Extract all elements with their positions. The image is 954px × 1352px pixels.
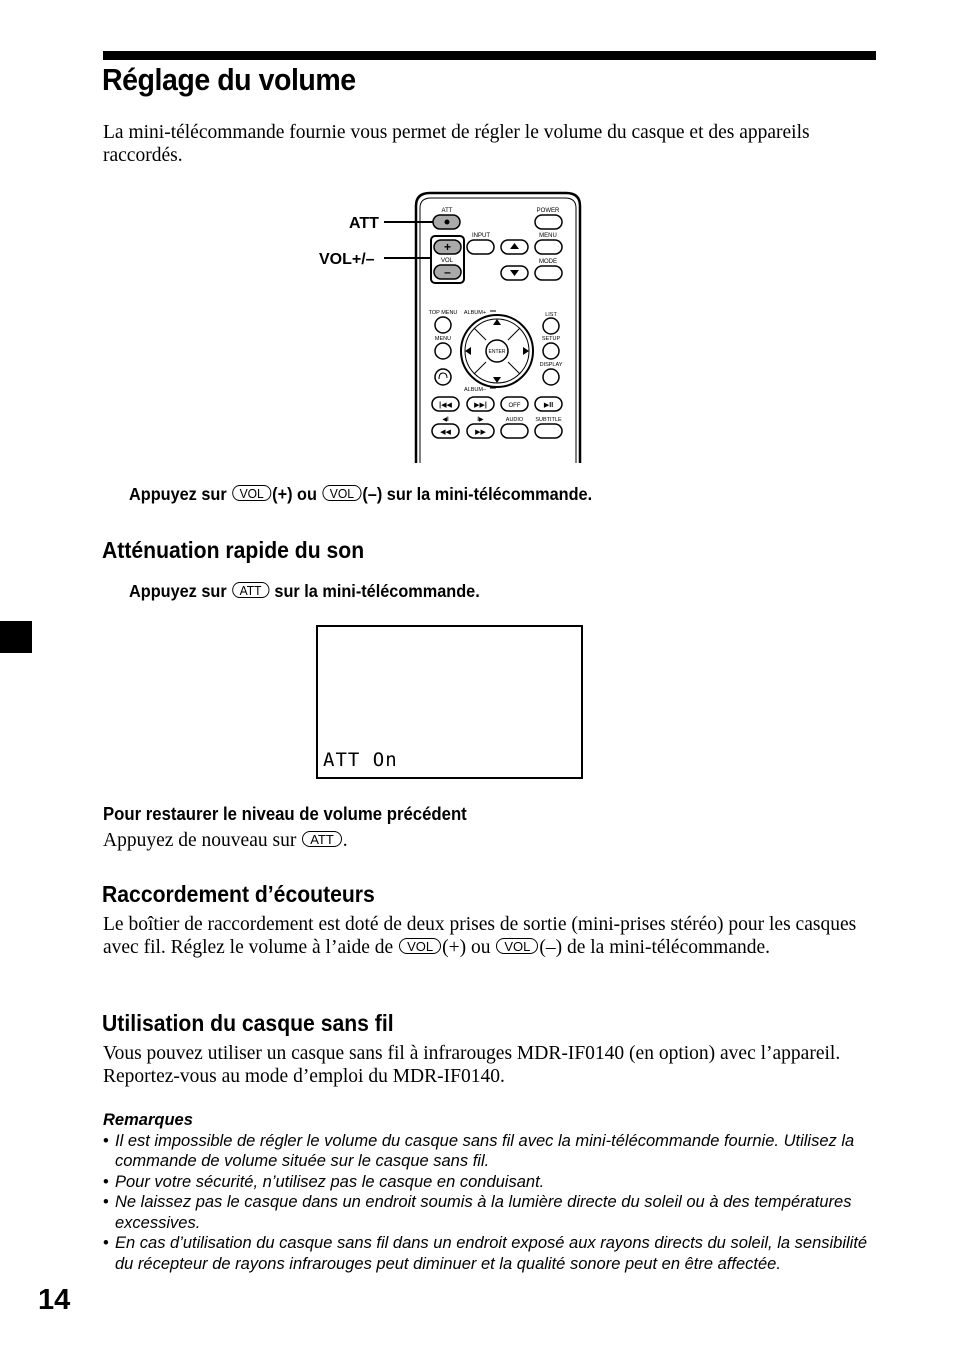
page-title: Réglage du volume xyxy=(102,62,356,97)
att-key-badge: ATT xyxy=(232,582,269,598)
att-key-badge: ATT xyxy=(302,831,342,847)
headphones-paragraph: Le boîtier de raccordement est doté de d… xyxy=(103,913,883,959)
paragraph-text: (–) de la mini-télécommande. xyxy=(539,937,771,958)
play-pause-icon: ▶II xyxy=(544,402,553,409)
slow-back-icon: ◀I xyxy=(442,417,449,423)
enter-key-label: ENTER xyxy=(489,349,506,355)
callout-att-label: ATT xyxy=(349,215,379,232)
skip-back-icon: |◀◀ xyxy=(439,402,452,409)
off-key-label: OFF xyxy=(509,403,521,409)
album-minus-key-label: ALBUM– xyxy=(464,387,487,393)
display-button[interactable] xyxy=(542,368,560,386)
list-key-label: LIST xyxy=(545,312,557,318)
menu-top-button[interactable] xyxy=(534,239,563,255)
power-key-label: POWER xyxy=(537,208,560,214)
notes-section: Remarques Il est impossible de régler le… xyxy=(103,1110,878,1274)
vol-key-badge: VOL xyxy=(399,938,442,954)
slow-forward-icon: I▶ xyxy=(477,417,484,423)
instruction-text: Appuyez sur xyxy=(129,581,227,601)
display-key-label: DISPLAY xyxy=(540,362,563,368)
fast-forward-icon: ▶▶ xyxy=(475,429,486,436)
volume-instruction: Appuyez sur VOL (+) ou VOL (–) sur la mini… xyxy=(129,484,592,505)
att-callout-dot xyxy=(444,219,450,225)
instruction-text: Appuyez sur xyxy=(129,484,227,504)
section-tab-marker xyxy=(0,621,32,653)
vol-key-badge: VOL xyxy=(322,485,362,501)
subtitle-button[interactable] xyxy=(534,423,563,439)
menu-key-label: MENU xyxy=(435,336,451,342)
paragraph-text: (+) ou xyxy=(442,937,491,958)
skip-forward-icon: ▶▶| xyxy=(474,402,487,409)
top-menu-key-label: TOP MENU xyxy=(429,310,458,316)
subtitle-key-label: SUBTITLE xyxy=(535,417,562,423)
page-number: 14 xyxy=(38,1284,71,1316)
note-item: Ne laissez pas le casque dans un endroit… xyxy=(103,1192,878,1233)
note-item: Il est impossible de régler le volume du… xyxy=(103,1131,878,1172)
top-menu-button[interactable] xyxy=(434,316,452,334)
attenuation-heading: Atténuation rapide du son xyxy=(102,537,365,563)
attenuation-instruction: Appuyez sur ATT sur la mini-télécommande… xyxy=(129,581,480,602)
remote-control-illustration: ATT VOL+/– ATT POWER + VOL – INPUT MENU … xyxy=(319,191,582,463)
instruction-text: (–) sur la mini-télécommande. xyxy=(362,484,593,504)
vol-key-badge: VOL xyxy=(232,485,272,501)
note-item: Pour votre sécurité, n’utilisez pas le c… xyxy=(103,1172,878,1193)
audio-button[interactable] xyxy=(500,423,529,439)
instruction-text: sur la mini-télécommande. xyxy=(274,581,480,601)
menu-button[interactable] xyxy=(434,342,452,360)
wireless-paragraph: Vous pouvez utiliser un casque sans fil … xyxy=(103,1043,841,1087)
intro-paragraph: La mini-télécommande fournie vous permet… xyxy=(103,122,810,166)
display-text: ATT On xyxy=(323,749,398,771)
vol-key-badge: VOL xyxy=(496,938,539,954)
vol-key-label: VOL xyxy=(441,258,454,264)
note-item: En cas d’utilisation du casque sans fil … xyxy=(103,1233,878,1274)
att-key-label: ATT xyxy=(442,208,453,214)
list-button[interactable] xyxy=(542,317,560,335)
return-button[interactable] xyxy=(434,368,452,386)
display-screen: ATT On xyxy=(316,625,583,779)
mode-key-label: MODE xyxy=(539,259,557,265)
input-key-label: INPUT xyxy=(472,233,490,239)
power-button[interactable] xyxy=(534,214,563,230)
input-button[interactable] xyxy=(466,239,495,255)
headphones-heading: Raccordement d’écouteurs xyxy=(102,881,375,907)
notes-title: Remarques xyxy=(103,1111,193,1129)
album-plus-key-label: ALBUM+ xyxy=(464,310,486,316)
restore-text: Appuyez de nouveau sur ATT. xyxy=(103,829,348,852)
instruction-text: (+) ou xyxy=(272,484,317,504)
setup-key-label: SETUP xyxy=(542,336,561,342)
rewind-icon: ◀◀ xyxy=(440,429,451,436)
restore-text-prefix: Appuyez de nouveau sur xyxy=(103,830,297,851)
header-rule xyxy=(103,51,876,60)
audio-key-label: AUDIO xyxy=(506,417,524,423)
setup-button[interactable] xyxy=(542,342,560,360)
minus-icon: – xyxy=(444,265,451,279)
mode-button[interactable] xyxy=(534,265,563,281)
callout-vol-label: VOL+/– xyxy=(319,251,375,268)
menu-top-key-label: MENU xyxy=(539,233,557,239)
wireless-heading: Utilisation du casque sans fil xyxy=(102,1010,394,1036)
restore-heading: Pour restaurer le niveau de volume précé… xyxy=(103,804,467,824)
restore-text-suffix: . xyxy=(342,830,348,851)
plus-icon: + xyxy=(444,240,451,254)
